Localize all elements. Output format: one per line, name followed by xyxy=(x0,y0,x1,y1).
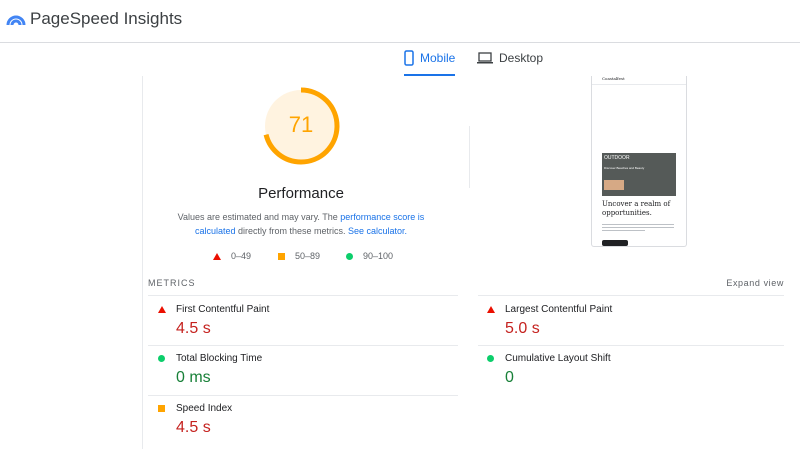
legend-average-range: 50–89 xyxy=(295,251,321,261)
performance-title: Performance xyxy=(258,185,344,202)
section-border xyxy=(142,76,143,449)
metric-name: Speed Index xyxy=(176,403,233,414)
expand-view-toggle[interactable]: Expand view xyxy=(726,278,784,288)
green-circle-icon xyxy=(158,355,165,362)
screenshot-hero: OUTDOOR Discover Beaches and Beauty xyxy=(602,153,676,196)
orange-square-icon xyxy=(158,405,165,412)
metrics-divider xyxy=(148,345,458,346)
screenshot-body-lines xyxy=(602,224,674,236)
tab-mobile-label: Mobile xyxy=(420,51,456,65)
metrics-divider xyxy=(478,295,784,296)
metric-name: Largest Contentful Paint xyxy=(505,304,613,315)
metric-value: 4.5 s xyxy=(176,320,211,337)
disclaimer-text-1: Values are estimated and may vary. The xyxy=(177,212,341,222)
metrics-divider xyxy=(478,345,784,346)
laptop-icon xyxy=(477,52,493,64)
performance-score: 71 xyxy=(288,112,314,137)
green-circle-icon xyxy=(487,355,494,362)
legend-fail-range: 0–49 xyxy=(231,251,252,261)
metrics-divider xyxy=(148,295,458,296)
metric-value: 0 ms xyxy=(176,369,211,386)
screenshot-brand: Coastalfest xyxy=(602,76,625,81)
metric-value: 4.5 s xyxy=(176,419,211,436)
pagespeed-logo-icon xyxy=(6,15,26,26)
red-triangle-icon xyxy=(213,252,221,260)
red-triangle-icon xyxy=(487,306,495,313)
app-header: PageSpeed Insights xyxy=(0,0,800,43)
see-calculator-link[interactable]: See calculator. xyxy=(348,226,407,236)
tab-mobile[interactable]: Mobile xyxy=(404,42,456,76)
red-triangle-icon xyxy=(158,306,166,313)
tab-desktop[interactable]: Desktop xyxy=(477,42,543,74)
screenshot-hero-image xyxy=(604,180,624,190)
legend-fail: 0–49 xyxy=(213,251,251,261)
page-screenshot[interactable]: Coastalfest OUTDOOR Discover Beaches and… xyxy=(591,76,687,247)
metric-value: 0 xyxy=(505,369,514,386)
metric-name: First Contentful Paint xyxy=(176,304,270,315)
smartphone-icon xyxy=(404,50,414,66)
metric-value: 5.0 s xyxy=(505,320,540,337)
metrics-label: METRICS xyxy=(148,278,196,288)
green-circle-icon xyxy=(346,252,353,260)
metrics-divider xyxy=(148,395,458,396)
disclaimer-text-2: directly from these metrics. xyxy=(235,226,348,236)
device-tabs: Mobile Desktop xyxy=(0,42,800,76)
app-title: PageSpeed Insights xyxy=(30,9,183,28)
screenshot-topbar: Coastalfest xyxy=(592,76,686,85)
section-divider xyxy=(469,126,470,188)
tab-desktop-label: Desktop xyxy=(499,51,544,65)
legend-pass-range: 90–100 xyxy=(363,251,394,261)
metric-name: Total Blocking Time xyxy=(176,353,263,364)
score-disclaimer: Values are estimated and may vary. The p… xyxy=(168,210,434,238)
legend-average: 50–89 xyxy=(278,251,320,261)
screenshot-hero-sub: Discover Beaches and Beauty xyxy=(604,166,645,170)
screenshot-button xyxy=(602,240,628,246)
screenshot-hero-tag: OUTDOOR xyxy=(604,155,630,161)
metric-name: Cumulative Layout Shift xyxy=(505,353,611,364)
orange-square-icon xyxy=(278,252,285,260)
screenshot-heading: Uncover a realm of opportunities. xyxy=(602,200,671,217)
legend-pass: 90–100 xyxy=(346,251,393,261)
